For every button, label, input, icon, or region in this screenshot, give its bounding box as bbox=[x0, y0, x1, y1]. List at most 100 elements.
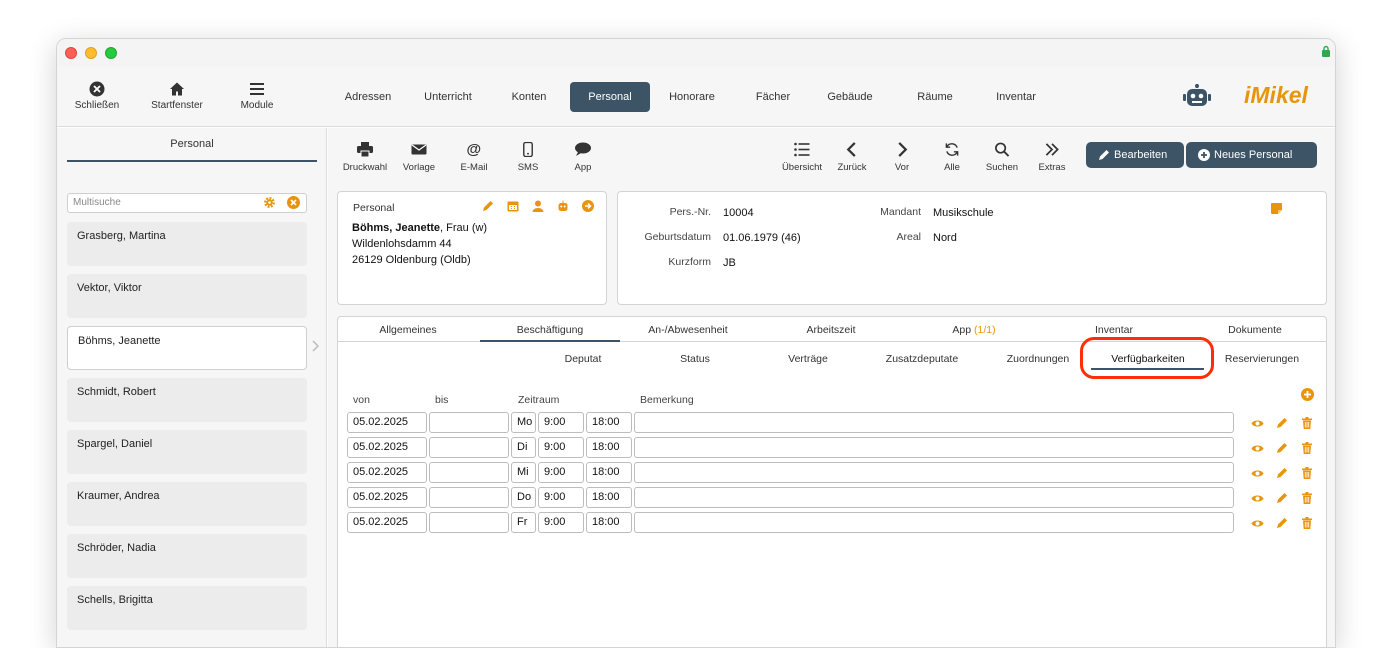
person-list-item[interactable]: Vektor, Viktor bbox=[67, 274, 307, 318]
nav-tab-faecher[interactable]: Fächer bbox=[738, 82, 808, 112]
search-button[interactable]: Suchen bbox=[977, 142, 1027, 173]
tab-arbeitszeit[interactable]: Arbeitszeit bbox=[771, 324, 891, 336]
subtab-status[interactable]: Status bbox=[655, 353, 735, 365]
nav-tab-inventar[interactable]: Inventar bbox=[981, 82, 1051, 112]
new-personal-button[interactable]: Neues Personal bbox=[1186, 142, 1317, 168]
person-list-item[interactable]: Schröder, Nadia bbox=[67, 534, 307, 578]
eye-icon[interactable] bbox=[1251, 466, 1264, 484]
sms-button[interactable]: SMS bbox=[503, 142, 553, 173]
overview-button[interactable]: Übersicht bbox=[777, 142, 827, 173]
to-date-input[interactable] bbox=[429, 512, 509, 533]
nav-tab-adressen[interactable]: Adressen bbox=[333, 82, 403, 112]
trash-icon[interactable] bbox=[1301, 491, 1313, 509]
end-time-input[interactable]: 18:00 bbox=[586, 487, 632, 508]
nav-tab-honorare[interactable]: Honorare bbox=[657, 82, 727, 112]
eye-icon[interactable] bbox=[1251, 441, 1264, 459]
window-minimize-dot[interactable] bbox=[85, 47, 97, 59]
start-time-input[interactable]: 9:00 bbox=[538, 412, 584, 433]
subtab-zusatzdeputate[interactable]: Zusatzdeputate bbox=[862, 353, 982, 365]
weekday-input[interactable]: Di bbox=[511, 437, 536, 458]
pencil-icon[interactable] bbox=[1276, 491, 1288, 509]
app-button[interactable]: App bbox=[558, 142, 608, 173]
robot-icon[interactable] bbox=[1183, 84, 1211, 108]
subtab-vertraege[interactable]: Verträge bbox=[768, 353, 848, 365]
eye-icon[interactable] bbox=[1251, 516, 1264, 534]
template-button[interactable]: Vorlage bbox=[394, 142, 444, 173]
start-time-input[interactable]: 9:00 bbox=[538, 512, 584, 533]
tab-dokumente[interactable]: Dokumente bbox=[1195, 324, 1315, 336]
tab-allgemeines[interactable]: Allgemeines bbox=[348, 324, 468, 336]
all-button[interactable]: Alle bbox=[927, 142, 977, 173]
nav-tab-konten[interactable]: Konten bbox=[494, 82, 564, 112]
note-icon[interactable] bbox=[1271, 203, 1282, 214]
clear-search-icon[interactable] bbox=[287, 196, 300, 209]
from-date-input[interactable]: 05.02.2025 bbox=[347, 512, 427, 533]
pencil-icon[interactable] bbox=[1276, 516, 1288, 534]
back-button[interactable]: Zurück bbox=[827, 142, 877, 173]
email-button[interactable]: @ E-Mail bbox=[449, 142, 499, 173]
print-button[interactable]: Druckwahl bbox=[340, 142, 390, 173]
note-input[interactable] bbox=[634, 412, 1234, 433]
window-zoom-dot[interactable] bbox=[105, 47, 117, 59]
from-date-input[interactable]: 05.02.2025 bbox=[347, 462, 427, 483]
tab-abwesenheit[interactable]: An-/Abwesenheit bbox=[628, 324, 748, 336]
person-list-item[interactable]: Spargel, Daniel bbox=[67, 430, 307, 474]
home-button[interactable]: Startfenster bbox=[137, 81, 217, 111]
edit-button[interactable]: Bearbeiten bbox=[1086, 142, 1184, 168]
start-time-input[interactable]: 9:00 bbox=[538, 462, 584, 483]
weekday-input[interactable]: Mo bbox=[511, 412, 536, 433]
note-input[interactable] bbox=[634, 487, 1234, 508]
start-time-input[interactable]: 9:00 bbox=[538, 437, 584, 458]
tab-inventar[interactable]: Inventar bbox=[1054, 324, 1174, 336]
start-time-input[interactable]: 9:00 bbox=[538, 487, 584, 508]
from-date-input[interactable]: 05.02.2025 bbox=[347, 412, 427, 433]
arrow-right-circle-icon[interactable] bbox=[582, 200, 594, 212]
calendar-icon[interactable] bbox=[507, 200, 519, 212]
modules-button[interactable]: Module bbox=[217, 81, 297, 111]
person-list-item-selected[interactable]: Böhms, Jeanette bbox=[67, 326, 307, 370]
eye-icon[interactable] bbox=[1251, 416, 1264, 434]
trash-icon[interactable] bbox=[1301, 441, 1313, 459]
person-list-item[interactable]: Grasberg, Martina bbox=[67, 222, 307, 266]
user-icon[interactable] bbox=[532, 200, 544, 212]
nav-tab-personal[interactable]: Personal bbox=[570, 82, 650, 112]
window-close-dot[interactable] bbox=[65, 47, 77, 59]
gear-icon[interactable] bbox=[263, 196, 276, 209]
add-row-icon[interactable] bbox=[1301, 388, 1314, 401]
to-date-input[interactable] bbox=[429, 437, 509, 458]
pencil-icon[interactable] bbox=[482, 200, 494, 212]
end-time-input[interactable]: 18:00 bbox=[586, 437, 632, 458]
weekday-input[interactable]: Mi bbox=[511, 462, 536, 483]
subtab-zuordnungen[interactable]: Zuordnungen bbox=[988, 353, 1088, 365]
note-input[interactable] bbox=[634, 512, 1234, 533]
tab-app[interactable]: App (1/1) bbox=[914, 324, 1034, 336]
nav-tab-raeume[interactable]: Räume bbox=[900, 82, 970, 112]
to-date-input[interactable] bbox=[429, 412, 509, 433]
weekday-input[interactable]: Fr bbox=[511, 512, 536, 533]
to-date-input[interactable] bbox=[429, 462, 509, 483]
from-date-input[interactable]: 05.02.2025 bbox=[347, 487, 427, 508]
pencil-icon[interactable] bbox=[1276, 466, 1288, 484]
nav-tab-unterricht[interactable]: Unterricht bbox=[413, 82, 483, 112]
from-date-input[interactable]: 05.02.2025 bbox=[347, 437, 427, 458]
robot-icon[interactable] bbox=[557, 200, 569, 212]
trash-icon[interactable] bbox=[1301, 516, 1313, 534]
forward-button[interactable]: Vor bbox=[877, 142, 927, 173]
trash-icon[interactable] bbox=[1301, 416, 1313, 434]
pencil-icon[interactable] bbox=[1276, 441, 1288, 459]
eye-icon[interactable] bbox=[1251, 491, 1264, 509]
nav-tab-gebaeude[interactable]: Gebäude bbox=[815, 82, 885, 112]
person-list-item[interactable]: Schells, Brigitta bbox=[67, 586, 307, 630]
note-input[interactable] bbox=[634, 462, 1234, 483]
end-time-input[interactable]: 18:00 bbox=[586, 462, 632, 483]
extras-button[interactable]: Extras bbox=[1027, 142, 1077, 173]
end-time-input[interactable]: 18:00 bbox=[586, 412, 632, 433]
close-button[interactable]: Schließen bbox=[57, 81, 137, 111]
weekday-input[interactable]: Do bbox=[511, 487, 536, 508]
subtab-reservierungen[interactable]: Reservierungen bbox=[1210, 353, 1314, 365]
tab-beschaeftigung[interactable]: Beschäftigung bbox=[480, 324, 620, 336]
person-list-item[interactable]: Schmidt, Robert bbox=[67, 378, 307, 422]
to-date-input[interactable] bbox=[429, 487, 509, 508]
pencil-icon[interactable] bbox=[1276, 416, 1288, 434]
trash-icon[interactable] bbox=[1301, 466, 1313, 484]
